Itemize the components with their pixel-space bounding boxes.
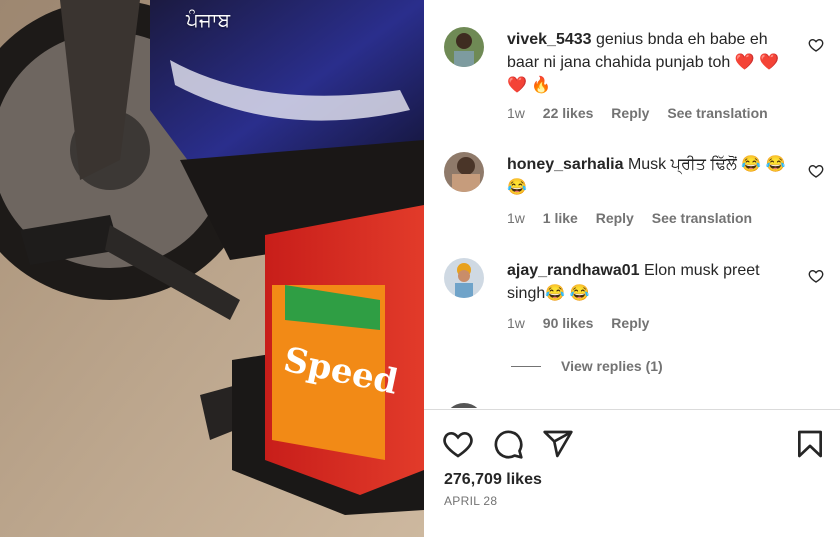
post-media[interactable]: Speed ਪੰਜਾਬ [0,0,424,537]
comment-likes[interactable]: 1 like [543,210,578,226]
comment-time[interactable]: 1w [507,315,525,331]
avatar[interactable] [444,27,484,67]
comment-like-heart-icon[interactable] [808,268,824,284]
comment-meta: 1w 1 like Reply See translation [507,210,766,226]
reply-button[interactable]: Reply [611,315,649,331]
comment-meta: 1w 90 likes Reply [507,315,663,331]
comment-likes[interactable]: 22 likes [543,105,594,121]
comments-list[interactable]: vivek_5433 genius bnda eh babe eh baar n… [424,0,840,408]
reply-button[interactable]: Reply [596,210,634,226]
view-replies-label: View replies (1) [561,358,663,374]
comment-meta: 1w 22 likes Reply See translation [507,105,782,121]
action-bar [442,428,826,462]
see-translation-button[interactable]: See translation [652,210,752,226]
heart-icon[interactable] [442,428,474,460]
comment-username[interactable]: vivek_5433 [507,31,592,48]
avatar[interactable] [444,152,484,192]
bookmark-icon[interactable] [794,428,826,460]
comments-panel: vivek_5433 genius bnda eh babe eh baar n… [424,0,840,537]
comment-username[interactable]: ajay_randhawa01 [507,262,640,279]
avatar[interactable] [444,403,484,408]
comment-like-heart-icon[interactable] [808,37,824,53]
comment-username[interactable]: honey_sarhalia [507,156,624,173]
motorcycle-photo: Speed [0,0,424,537]
comment-like-heart-icon[interactable] [808,163,824,179]
see-translation-button[interactable]: See translation [667,105,767,121]
post-date[interactable]: APRIL 28 [444,494,497,508]
reply-button[interactable]: Reply [611,105,649,121]
comment-icon[interactable] [492,428,524,460]
comment-likes[interactable]: 90 likes [543,315,594,331]
panel-divider [424,409,840,410]
comment-time[interactable]: 1w [507,210,525,226]
share-icon[interactable] [542,428,574,460]
comment-time[interactable]: 1w [507,105,525,121]
view-replies-button[interactable]: View replies (1) [511,358,663,374]
watermark-text: ਪੰਜਾਬ [186,8,231,32]
post-likes-count[interactable]: 276,709 likes [444,471,542,489]
avatar[interactable] [444,258,484,298]
replies-divider [511,365,541,367]
